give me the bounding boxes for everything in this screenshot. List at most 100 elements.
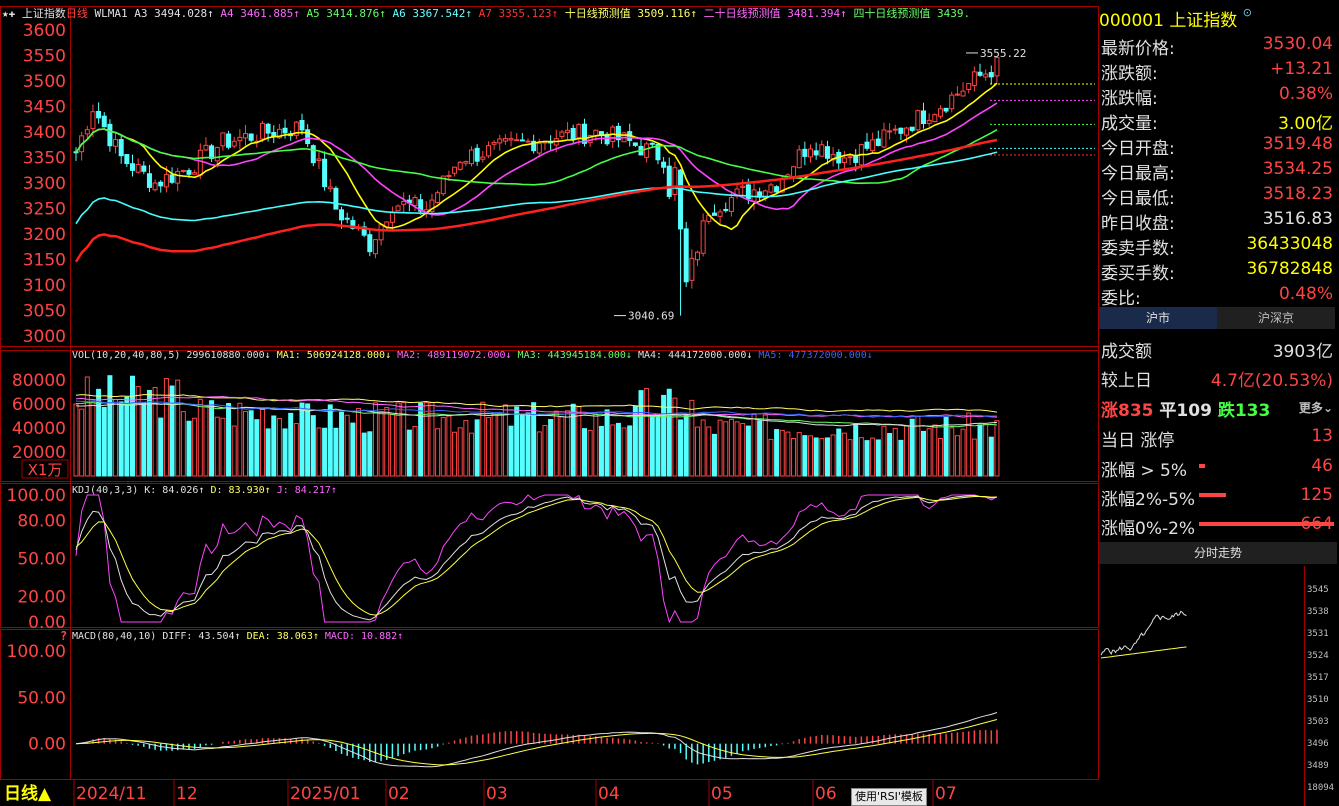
volume-bar	[745, 425, 751, 477]
candle-body	[870, 139, 876, 152]
volume-bar	[497, 412, 503, 477]
candle-body	[819, 144, 825, 157]
candle-body	[265, 123, 271, 134]
quote-label: 委卖手数:	[1101, 239, 1175, 259]
macd-legend-item: DIFF: 43.504↑	[162, 631, 246, 642]
volume-bar	[604, 409, 610, 477]
candle-body	[180, 170, 186, 173]
volume-bar	[757, 420, 763, 477]
candle-body	[401, 200, 407, 205]
volume-bar	[265, 428, 271, 477]
quote-value: 0.38%	[1278, 84, 1333, 104]
vol-legend-item: 299610880.000↓	[186, 350, 276, 361]
volume-bar	[90, 401, 96, 477]
candle-body	[717, 211, 723, 217]
chart-area[interactable]: ★✚ 上证指数日线 WLMA1 A3 3494.028↑ A4 3461.885…	[0, 0, 1099, 806]
compare-label: 较上日	[1101, 371, 1152, 391]
intraday-title[interactable]: 分时走势	[1099, 542, 1337, 564]
volume-bar	[519, 413, 525, 477]
price-tick: 3600	[23, 21, 66, 41]
volume-bar	[412, 425, 418, 477]
volume-bar	[474, 419, 480, 477]
quote-value: 0.48%	[1278, 284, 1333, 304]
candle-body	[310, 145, 316, 164]
volume-bar	[406, 429, 412, 477]
volume-bar	[853, 423, 859, 477]
candle-body	[316, 158, 322, 162]
candle-body	[497, 138, 503, 144]
info-icon[interactable]: ⊙	[1243, 6, 1252, 19]
candle-body	[282, 127, 288, 134]
volume-bar	[678, 419, 684, 477]
volume-bar	[214, 416, 220, 477]
stock-header: 000001 上证指数 ⊙	[1099, 6, 1252, 31]
range-row: 涨幅 > 5% 46	[1099, 454, 1337, 481]
candle-body	[525, 140, 531, 143]
vol-legend: VOL(10,20,40,80,5) 299610880.000↓ MA1: 5…	[72, 350, 873, 361]
volume-bar	[717, 419, 723, 477]
intraday-chart[interactable]: 3545 3538 3531 3524 3517 3510 3503 3496 3489 1809…	[1099, 566, 1339, 806]
candle-body	[661, 161, 667, 168]
candle-body	[90, 111, 96, 130]
limit-up-label: 当日 涨停	[1101, 431, 1175, 451]
candle-body	[101, 115, 107, 128]
quote-label: 涨跌幅:	[1101, 89, 1158, 109]
volume-bar	[881, 425, 887, 477]
volume-bar	[937, 438, 943, 477]
candle-body	[700, 220, 706, 254]
volume-bar	[559, 416, 565, 477]
candle-body	[847, 156, 853, 159]
volume-bar	[175, 379, 181, 477]
candle-body	[909, 126, 915, 131]
vol-tick: 60000	[12, 395, 66, 415]
intraday-tick: 3524	[1307, 651, 1329, 661]
quote-row: 今日开盘: 3519.48	[1099, 132, 1337, 159]
legend-line: ★✚ 上证指数日线 WLMA1 A3 3494.028↑ A4 3461.885…	[2, 6, 970, 20]
quote-label: 委买手数:	[1101, 264, 1175, 284]
volume-bar	[231, 425, 237, 477]
candle-body	[576, 124, 582, 139]
quote-value: 3518.23	[1262, 184, 1333, 204]
volume-bar	[649, 415, 655, 477]
candle-body	[994, 57, 1000, 77]
tab-shanghai[interactable]: 沪市	[1099, 307, 1217, 329]
quote-value: 3530.04	[1262, 34, 1333, 54]
template-button[interactable]: 使用'RSI'模板	[851, 788, 927, 806]
candle-body	[514, 139, 520, 142]
legend-item: A5 3414.876↑	[306, 7, 392, 20]
macd-legend-item: MACD(80,40,10)	[72, 631, 162, 642]
candle-body	[559, 131, 565, 137]
volume-bar	[548, 419, 554, 477]
candle-body	[808, 148, 813, 158]
volume-bar	[666, 388, 672, 477]
volume-bar	[435, 428, 441, 477]
volume-bar	[632, 405, 638, 477]
volume-bar	[531, 402, 537, 477]
candle-body	[926, 119, 932, 124]
candle-body	[389, 212, 395, 223]
candle-body	[378, 224, 384, 241]
price-tick: 3050	[23, 302, 66, 322]
quote-row: 委卖手数: 36433048	[1099, 232, 1337, 259]
candle-body	[146, 173, 152, 188]
volume-bar	[158, 417, 164, 477]
quote-row: 成交量: 3.00亿	[1099, 107, 1337, 134]
quote-row: 今日最高: 3534.25	[1099, 157, 1337, 184]
volume-bar	[700, 419, 706, 477]
volume-bar	[751, 413, 757, 477]
volume-bar	[192, 417, 198, 477]
candle-body	[469, 149, 474, 165]
price-tick: 3550	[23, 47, 66, 67]
candle-body	[209, 145, 215, 159]
candle-body	[678, 169, 684, 230]
candle-body	[480, 156, 486, 160]
candle-body	[130, 163, 135, 171]
volume-bar	[723, 421, 729, 477]
tab-sh-sz-bj[interactable]: 沪深京	[1217, 307, 1335, 329]
intraday-background	[1099, 566, 1339, 806]
price-tick: 3000	[23, 327, 66, 347]
kdj-legend-item: K: 84.026↑	[144, 485, 210, 496]
more-link[interactable]: 更多⌄	[1299, 399, 1333, 416]
volume-bar	[949, 427, 955, 477]
candle-body	[214, 147, 220, 162]
